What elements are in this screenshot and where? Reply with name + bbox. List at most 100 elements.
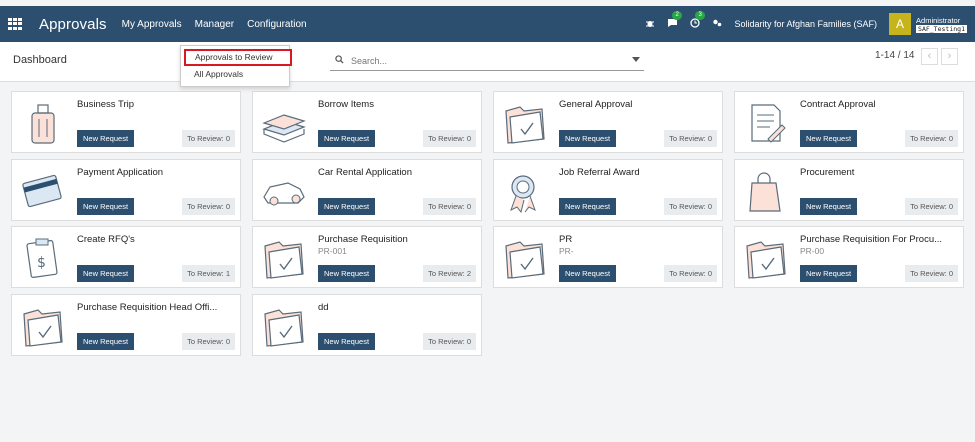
new-request-button[interactable]: New Request (77, 333, 135, 350)
card-title: dd (318, 302, 329, 313)
card-title: Purchase Requisition (318, 234, 408, 245)
approval-card[interactable]: General Approval New Request To Review: 0 (493, 91, 723, 153)
company-switcher[interactable]: Solidarity for Afghan Families (SAF) (734, 19, 877, 29)
activity-clock-icon[interactable]: 3 (690, 10, 705, 31)
menu-item-all-approvals[interactable]: All Approvals (181, 66, 243, 82)
credit-card-icon (19, 167, 67, 215)
new-request-button[interactable]: New Request (318, 333, 376, 350)
approval-card[interactable]: Borrow Items New Request To Review: 0 (252, 91, 482, 153)
card-title: Purchase Requisition Head Offi... (77, 302, 218, 313)
avatar[interactable]: A (889, 13, 912, 35)
manager-dropdown-menu: Approvals to Review All Approvals (180, 45, 292, 87)
search-input[interactable] (351, 55, 621, 66)
pager-next-button[interactable]: › (941, 48, 958, 65)
folder-check-icon (742, 234, 790, 282)
new-request-button[interactable]: New Request (800, 130, 858, 147)
books-icon (260, 99, 308, 147)
approval-card[interactable]: PR PR- New Request To Review: 0 (493, 226, 723, 288)
card-subtitle: PR-00 (800, 246, 825, 256)
pager-prev-button[interactable]: ‹ (921, 48, 938, 65)
to-review-button[interactable]: To Review: 0 (664, 265, 717, 282)
to-review-button[interactable]: To Review: 0 (182, 198, 235, 215)
card-title: General Approval (559, 99, 633, 110)
svg-text:$: $ (37, 255, 46, 271)
approval-card[interactable]: Purchase Requisition PR-001 New Request To … (252, 226, 482, 288)
search-icon (335, 54, 344, 67)
to-review-button[interactable]: To Review: 0 (423, 333, 476, 350)
folder-check-icon (501, 99, 549, 147)
to-review-button[interactable]: To Review: 0 (664, 198, 717, 215)
approval-card[interactable]: Procurement New Request To Review: 0 (734, 159, 964, 221)
new-request-button[interactable]: New Request (559, 130, 617, 147)
folder-check-icon (19, 302, 67, 350)
approval-card[interactable]: Contract Approval New Request To Review: 0 (734, 91, 964, 153)
approval-card[interactable]: Business Trip New Request To Review: 0 (11, 91, 241, 153)
chat-icon[interactable]: 2 (667, 10, 682, 31)
activity-badge: 3 (695, 10, 705, 20)
card-title: Purchase Requisition For Procu... (800, 234, 943, 245)
car-icon (260, 167, 308, 215)
new-request-button[interactable]: New Request (318, 130, 376, 147)
to-review-button[interactable]: To Review: 0 (423, 130, 476, 147)
card-title: Business Trip (77, 99, 135, 110)
search-toggle-caret-icon[interactable] (632, 57, 640, 62)
to-review-button[interactable]: To Review: 0 (182, 130, 235, 147)
new-request-button[interactable]: New Request (559, 198, 617, 215)
shopping-bag-icon (742, 167, 790, 215)
user-menu[interactable]: Administrator SAF_Testing1 (916, 16, 967, 33)
debug-bug-icon[interactable] (645, 18, 655, 31)
luggage-icon (19, 99, 67, 147)
chat-badge: 2 (672, 10, 682, 20)
card-title: Create RFQ's (77, 234, 135, 245)
new-request-button[interactable]: New Request (77, 198, 135, 215)
card-title: Borrow Items (318, 99, 374, 110)
card-title: Job Referral Award (559, 167, 640, 178)
to-review-button[interactable]: To Review: 0 (182, 333, 235, 350)
approval-card[interactable]: Purchase Requisition For Procu... PR-00 Ne… (734, 226, 964, 288)
to-review-button[interactable]: To Review: 2 (423, 265, 476, 282)
approval-card[interactable]: Job Referral Award New Request To Review: … (493, 159, 723, 221)
new-request-button[interactable]: New Request (318, 198, 376, 215)
pager-value[interactable]: 1-14 / 14 (875, 50, 914, 61)
new-request-button[interactable]: New Request (77, 130, 135, 147)
card-subtitle: PR-001 (318, 246, 347, 256)
user-name: Administrator (916, 15, 961, 25)
company-switch-icon[interactable] (712, 18, 722, 31)
new-request-button[interactable]: New Request (77, 265, 135, 282)
app-title[interactable]: Approvals (39, 16, 107, 33)
database-name: SAF_Testing1 (916, 24, 967, 33)
menu-my-approvals[interactable]: My Approvals (122, 19, 182, 30)
approval-card[interactable]: $ Create RFQ's New Request To Review: 1 (11, 226, 241, 288)
new-request-button[interactable]: New Request (800, 198, 858, 215)
menu-item-approvals-to-review[interactable]: Approvals to Review (184, 49, 292, 66)
approval-card[interactable]: Payment Application New Request To Review:… (11, 159, 241, 221)
award-icon (501, 167, 549, 215)
new-request-button[interactable]: New Request (800, 265, 858, 282)
card-title: PR (559, 234, 573, 245)
menu-manager[interactable]: Manager (195, 19, 234, 30)
to-review-button[interactable]: To Review: 0 (423, 198, 476, 215)
control-panel: Dashboard 1-14 / 14 ‹ › (0, 42, 975, 82)
menu-configuration[interactable]: Configuration (247, 19, 306, 30)
search-bar[interactable] (330, 51, 644, 71)
clipboard-dollar-icon: $ (19, 234, 67, 282)
to-review-button[interactable]: To Review: 0 (905, 198, 958, 215)
card-title: Car Rental Application (318, 167, 412, 178)
card-subtitle: PR- (559, 246, 574, 256)
folder-check-icon (501, 234, 549, 282)
new-request-button[interactable]: New Request (318, 265, 376, 282)
card-title: Procurement (800, 167, 855, 178)
approval-card[interactable]: Car Rental Application New Request To Revi… (252, 159, 482, 221)
apps-menu-icon[interactable] (8, 18, 22, 30)
approval-card[interactable]: Purchase Requisition Head Offi... New Req… (11, 294, 241, 356)
folder-check-icon (260, 234, 308, 282)
to-review-button[interactable]: To Review: 1 (182, 265, 235, 282)
folder-check-icon (260, 302, 308, 350)
contract-icon (742, 99, 790, 147)
new-request-button[interactable]: New Request (559, 265, 617, 282)
approval-card[interactable]: dd New Request To Review: 0 (252, 294, 482, 356)
card-title: Payment Application (77, 167, 164, 178)
to-review-button[interactable]: To Review: 0 (905, 265, 958, 282)
to-review-button[interactable]: To Review: 0 (664, 130, 717, 147)
to-review-button[interactable]: To Review: 0 (905, 130, 958, 147)
